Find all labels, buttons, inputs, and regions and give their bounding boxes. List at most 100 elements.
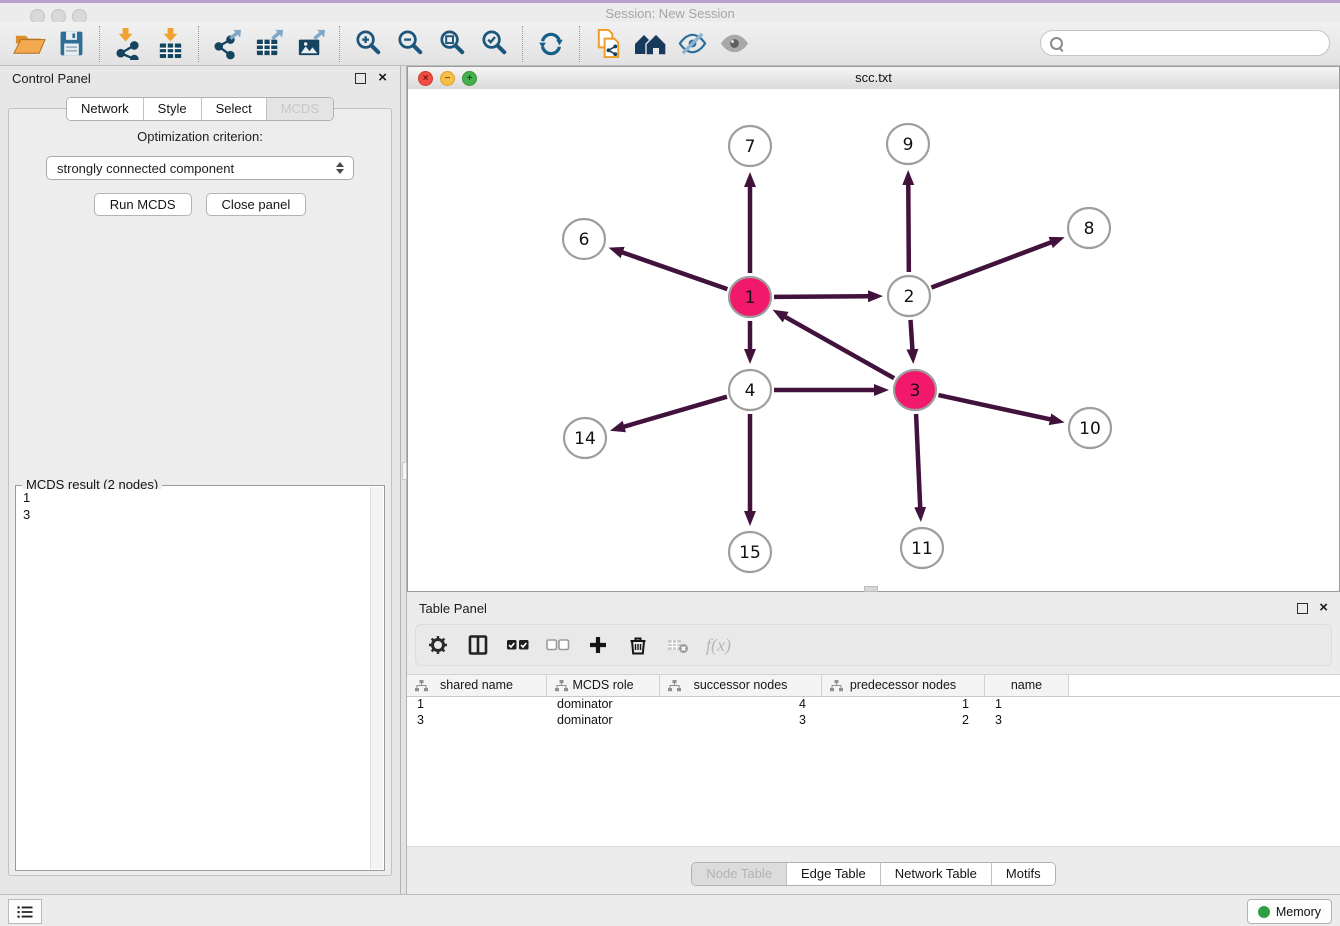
select-all-button[interactable]	[506, 633, 530, 657]
close-panel-icon[interactable]: ×	[378, 69, 387, 87]
graph-edge-2-8[interactable]	[931, 242, 1052, 288]
graph-edge-2-3[interactable]	[911, 320, 913, 351]
graph-edge-4-14[interactable]	[622, 397, 727, 427]
column-header-mcds-role[interactable]: MCDS role	[547, 675, 660, 696]
delete-column-button[interactable]	[626, 633, 650, 657]
import-network-button[interactable]	[107, 24, 149, 64]
column-header-predecessor-nodes[interactable]: predecessor nodes	[822, 675, 985, 696]
table-panel-header: Table Panel ×	[407, 596, 1340, 622]
cell-predecessor-nodes[interactable]: 1	[822, 697, 985, 713]
refresh-view-button[interactable]	[530, 24, 572, 64]
graph-node-14[interactable]: 14	[564, 418, 606, 458]
graph-edge-3-11[interactable]	[916, 414, 920, 509]
cell-mcds-role[interactable]: dominator	[547, 713, 660, 729]
result-scrollbar[interactable]	[370, 487, 383, 869]
column-header-name[interactable]: name	[985, 675, 1069, 696]
show-panel-button[interactable]	[713, 24, 755, 64]
close-panel-icon[interactable]: ×	[1319, 599, 1328, 617]
task-history-button[interactable]	[8, 899, 42, 924]
delete-table-button[interactable]	[666, 633, 690, 657]
import-table-button[interactable]	[149, 24, 191, 64]
export-table-button[interactable]	[248, 24, 290, 64]
cell-mcds-role[interactable]: dominator	[547, 697, 660, 713]
search-box[interactable]	[1040, 30, 1330, 56]
cell-shared-name[interactable]: 1	[407, 697, 547, 713]
float-panel-icon[interactable]	[1297, 603, 1308, 614]
table-settings-button[interactable]	[426, 633, 450, 657]
home-button[interactable]	[629, 24, 671, 64]
network-graph[interactable]: 7 9 6 8 1 2 4 3 14 10 15 11	[408, 89, 1339, 592]
cell-successor-nodes[interactable]: 3	[660, 713, 822, 729]
graph-edge-1-6[interactable]	[621, 252, 728, 289]
cell-successor-nodes[interactable]: 4	[660, 697, 822, 713]
graph-node-11[interactable]: 11	[901, 528, 943, 568]
split-panel-button[interactable]	[466, 633, 490, 657]
graph-node-3[interactable]: 3	[894, 370, 936, 410]
toolbar-separator	[99, 26, 100, 62]
optimization-criterion-select[interactable]: strongly connected component	[46, 156, 354, 180]
run-mcds-button[interactable]: Run MCDS	[94, 193, 192, 216]
graph-node-6[interactable]: 6	[563, 219, 605, 259]
network-window-titlebar[interactable]: × − + scc.txt	[408, 67, 1339, 90]
add-column-button[interactable]	[586, 633, 610, 657]
cell-name[interactable]: 1	[985, 697, 1069, 713]
cell-predecessor-nodes[interactable]: 2	[822, 713, 985, 729]
cell-name[interactable]: 3	[985, 713, 1069, 729]
status-bar: Memory	[0, 894, 1340, 926]
close-panel-button[interactable]: Close panel	[206, 193, 307, 216]
graph-node-2[interactable]: 2	[888, 276, 930, 316]
graph-node-8[interactable]: 8	[1068, 208, 1110, 248]
table-panel-tab-network-table[interactable]: Network Table	[880, 863, 991, 885]
horizontal-splitter-handle[interactable]	[864, 586, 878, 592]
function-builder-button[interactable]: f(x)	[706, 635, 731, 656]
hide-panel-button[interactable]	[671, 24, 713, 64]
graph-edge-1-2[interactable]	[774, 296, 870, 297]
deselect-all-button[interactable]	[546, 633, 570, 657]
control-panel-tab-mcds[interactable]: MCDS	[266, 98, 333, 120]
search-input[interactable]	[1069, 32, 1329, 54]
table-panel-tab-node-table[interactable]: Node Table	[692, 863, 786, 885]
export-image-button[interactable]	[290, 24, 332, 64]
mcds-result-list[interactable]: 13	[17, 489, 370, 869]
graph-node-10[interactable]: 10	[1069, 408, 1111, 448]
cell-shared-name[interactable]: 3	[407, 713, 547, 729]
open-session-button[interactable]	[8, 24, 50, 64]
column-header-shared-name[interactable]: shared name	[407, 675, 547, 696]
control-panel-tab-network[interactable]: Network	[67, 98, 143, 120]
refresh-icon	[535, 28, 567, 60]
toolbar-separator	[198, 26, 199, 62]
zoom-out-button[interactable]	[389, 24, 431, 64]
graph-node-4[interactable]: 4	[729, 370, 771, 410]
eye-icon	[718, 27, 751, 60]
memory-button[interactable]: Memory	[1247, 899, 1332, 924]
table-panel-tab-edge-table[interactable]: Edge Table	[786, 863, 880, 885]
selected-option-label: strongly connected component	[57, 161, 333, 176]
graph-node-1[interactable]: 1	[729, 277, 771, 317]
graph-edge-3-1[interactable]	[784, 316, 894, 378]
network-canvas[interactable]: 7 9 6 8 1 2 4 3 14 10 15 11	[408, 89, 1339, 591]
save-session-button[interactable]	[50, 24, 92, 64]
zoom-in-button[interactable]	[347, 24, 389, 64]
zoom-selected-button[interactable]	[473, 24, 515, 64]
graph-node-7[interactable]: 7	[729, 126, 771, 166]
zoom-fit-button[interactable]	[431, 24, 473, 64]
table-panel-tab-motifs[interactable]: Motifs	[991, 863, 1055, 885]
graph-edge-2-9[interactable]	[908, 183, 909, 272]
table-row[interactable]: 3dominator323	[407, 713, 1340, 729]
panel-splitter-vertical[interactable]	[400, 66, 407, 894]
mcds-result-line: 3	[17, 506, 370, 523]
clone-network-button[interactable]	[587, 24, 629, 64]
list-icon	[15, 902, 35, 922]
select-stepper-icon	[333, 162, 347, 174]
export-network-button[interactable]	[206, 24, 248, 64]
columns-icon	[467, 634, 489, 656]
column-header-successor-nodes[interactable]: successor nodes	[660, 675, 822, 696]
graph-node-15[interactable]: 15	[729, 532, 771, 572]
graph-edge-3-10[interactable]	[938, 395, 1051, 420]
float-panel-icon[interactable]	[355, 73, 366, 84]
control-panel-tab-select[interactable]: Select	[201, 98, 266, 120]
eye-slash-icon	[676, 27, 709, 60]
table-row[interactable]: 1dominator411	[407, 697, 1340, 713]
graph-node-9[interactable]: 9	[887, 124, 929, 164]
control-panel-tab-style[interactable]: Style	[143, 98, 201, 120]
